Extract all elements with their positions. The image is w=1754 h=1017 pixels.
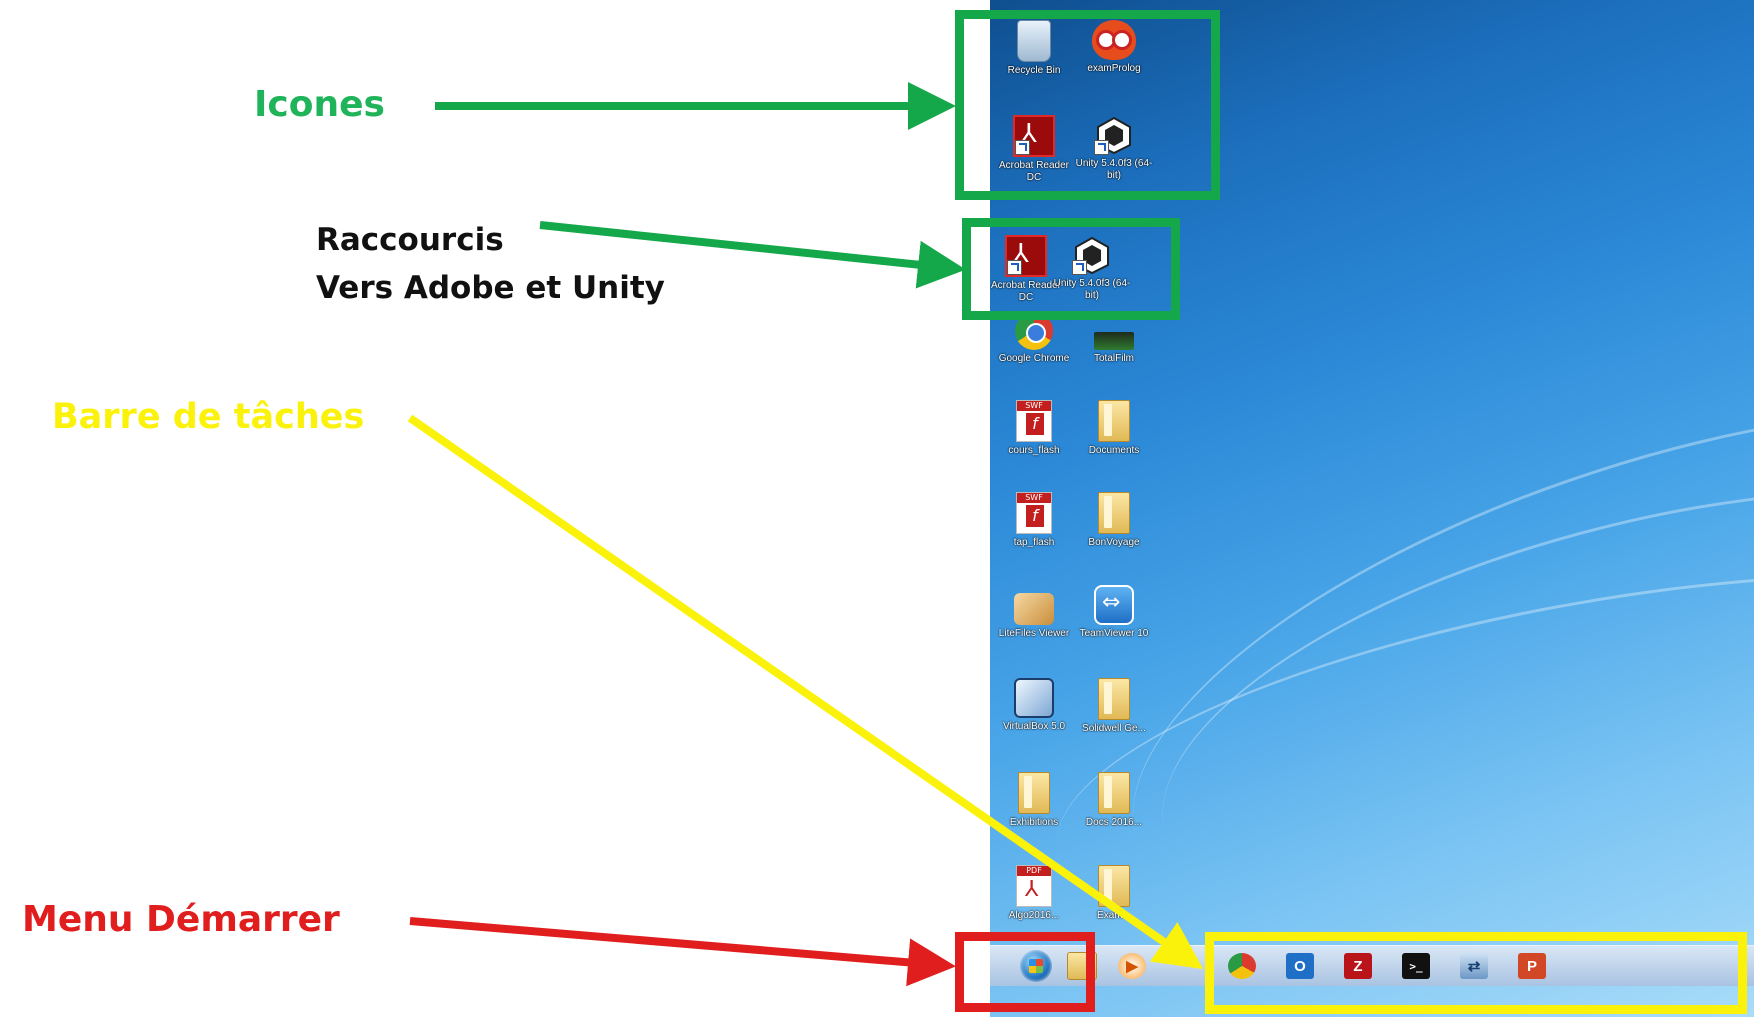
folder-icon bbox=[1098, 772, 1130, 814]
folder-icon bbox=[1018, 772, 1050, 814]
docs-folder[interactable]: Docs 2016... bbox=[1074, 772, 1154, 829]
icon-label: BonVoyage bbox=[1088, 537, 1140, 548]
papers-icon bbox=[1014, 593, 1054, 625]
icon-label: TeamViewer 10 bbox=[1079, 628, 1149, 639]
barre-de-taches-highlight-box bbox=[1205, 932, 1747, 1014]
virtualbox-shortcut[interactable]: VirtualBox 5.0 bbox=[994, 678, 1074, 733]
folder-icon bbox=[1098, 678, 1130, 720]
menu-demarrer-highlight-box bbox=[955, 932, 1095, 1012]
tap-flash-file[interactable]: f tap_flash bbox=[994, 492, 1074, 549]
cube-icon bbox=[1014, 678, 1054, 718]
algo-pdf-file[interactable]: ⅄ Algo2016... bbox=[994, 865, 1074, 922]
folder-icon bbox=[1098, 400, 1130, 442]
icones-label: Icones bbox=[254, 84, 385, 125]
icon-label: LiteFiles Viewer bbox=[998, 628, 1070, 639]
green-bar-icon bbox=[1094, 332, 1134, 350]
icon-label: TotalFilm bbox=[1093, 353, 1134, 364]
teamviewer-icon bbox=[1094, 585, 1134, 625]
litefiles-shortcut[interactable]: LiteFiles Viewer bbox=[994, 585, 1074, 640]
cours-flash-file[interactable]: f cours_flash bbox=[994, 400, 1074, 457]
icon-label: VirtualBox 5.0 bbox=[1002, 721, 1066, 732]
teamviewer-shortcut[interactable]: TeamViewer 10 bbox=[1074, 585, 1154, 640]
raccourcis-label-line1: Raccourcis bbox=[316, 222, 504, 258]
icon-label: Algo2016... bbox=[1008, 910, 1060, 921]
icon-label: Documents bbox=[1088, 445, 1140, 456]
exhibitions-folder[interactable]: Exhibitions bbox=[994, 772, 1074, 829]
documents-folder[interactable]: Documents bbox=[1074, 400, 1154, 457]
exam-folder[interactable]: Exam... bbox=[1074, 865, 1154, 922]
raccourcis-label-line2: Vers Adobe et Unity bbox=[316, 270, 665, 306]
flash-file-icon: f bbox=[1016, 492, 1052, 534]
pdf-file-icon: ⅄ bbox=[1016, 865, 1052, 907]
media-player-button[interactable]: ▶ bbox=[1112, 950, 1152, 982]
menu-arrow bbox=[409, 917, 956, 987]
icon-label: Docs 2016... bbox=[1085, 817, 1143, 828]
raccourcis-label: Raccourcis Vers Adobe et Unity bbox=[316, 216, 665, 312]
flash-file-icon: f bbox=[1016, 400, 1052, 442]
icon-label: cours_flash bbox=[1008, 445, 1060, 456]
icones-highlight-box bbox=[955, 10, 1220, 200]
bonvoyage-folder[interactable]: BonVoyage bbox=[1074, 492, 1154, 549]
icon-label: Google Chrome bbox=[998, 353, 1070, 364]
barre-de-taches-label: Barre de tâches bbox=[52, 397, 365, 437]
folder-icon bbox=[1098, 492, 1130, 534]
icon-label: tap_flash bbox=[1013, 537, 1055, 548]
icon-label: Exhibitions bbox=[1009, 817, 1059, 828]
folder-icon bbox=[1098, 865, 1130, 907]
icon-label: Solidwell Ge... bbox=[1082, 723, 1146, 734]
icon-label: Exam... bbox=[1097, 910, 1131, 921]
menu-demarrer-label: Menu Démarrer bbox=[22, 899, 340, 940]
media-player-icon: ▶ bbox=[1118, 953, 1146, 979]
solidwell-folder[interactable]: Solidwell Ge... bbox=[1074, 678, 1154, 735]
raccourcis-highlight-box bbox=[962, 218, 1180, 320]
